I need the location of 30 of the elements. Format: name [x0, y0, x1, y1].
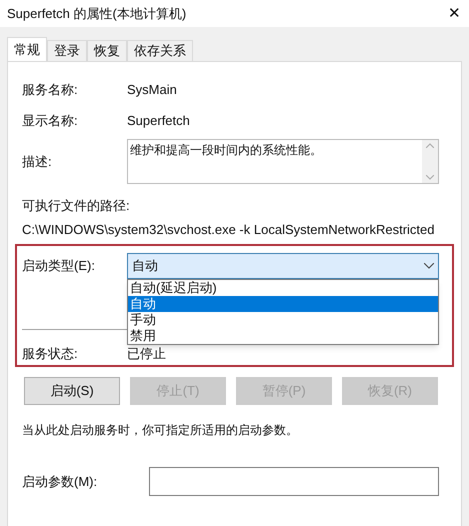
- close-button[interactable]: ✕: [448, 6, 461, 21]
- description-box[interactable]: 维护和提高一段时间内的系统性能。: [127, 139, 439, 184]
- field-label: 服务名称:: [22, 81, 79, 100]
- tab[interactable]: 恢复: [87, 40, 127, 61]
- window-title: Superfetch 的属性(本地计算机): [7, 4, 186, 23]
- field-value: Superfetch: [127, 112, 190, 130]
- dropdown-option[interactable]: 手动: [128, 312, 438, 328]
- dropdown-option[interactable]: 自动(延迟启动): [128, 280, 438, 296]
- scroll-down-icon[interactable]: [426, 175, 434, 180]
- field-label: 启动参数(M):: [22, 472, 98, 491]
- field-label: 显示名称:: [22, 112, 79, 130]
- startup-type-dropdown[interactable]: 自动: [127, 253, 439, 279]
- tab[interactable]: 登录: [47, 40, 87, 61]
- start-params-field[interactable]: [149, 467, 439, 496]
- field-label: 启动类型(E):: [22, 257, 96, 276]
- tab[interactable]: 常规: [7, 37, 47, 61]
- field-label: 服务状态:: [22, 345, 79, 363]
- tab[interactable]: 依存关系: [127, 40, 193, 61]
- description-text: 维护和提高一段时间内的系统性能。: [129, 142, 323, 159]
- field-label: 描述:: [22, 152, 53, 171]
- chevron-down-icon: [424, 263, 434, 269]
- scroll-up-icon[interactable]: [426, 143, 434, 148]
- dropdown-option[interactable]: 禁用: [128, 328, 438, 344]
- path-value: C:\WINDOWS\system32\svchost.exe -k LocalSystemNetworkRestricted: [22, 220, 436, 239]
- dropdown-option[interactable]: 自动: [128, 296, 438, 312]
- hint-text: 当从此处启动服务时，你可指定所适用的启动参数。: [22, 422, 299, 439]
- field-value: SysMain: [127, 81, 177, 100]
- field-value: 已停止: [127, 345, 166, 363]
- path-label: 可执行文件的路径:: [22, 197, 131, 215]
- action-button[interactable]: 启动(S): [24, 377, 120, 405]
